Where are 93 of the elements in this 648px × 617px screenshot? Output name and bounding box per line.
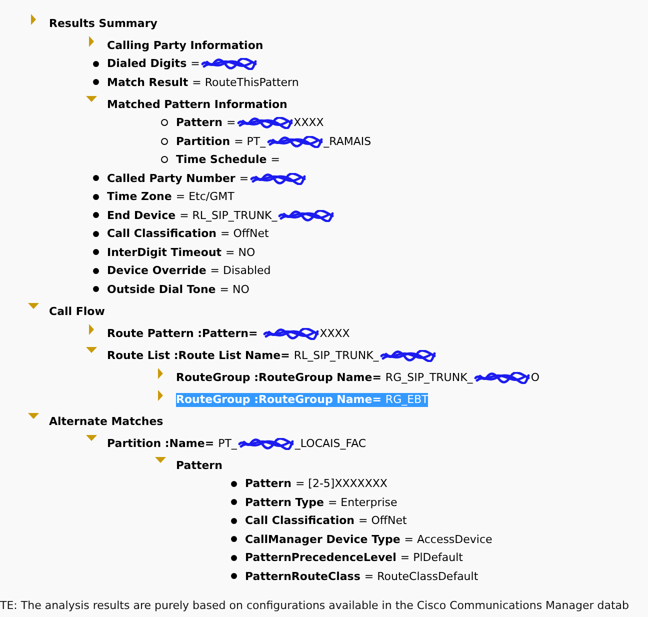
field-value: _RAMAIS (324, 134, 372, 149)
field-label: Pattern (176, 116, 224, 130)
node-value: XXXX (320, 326, 350, 341)
scribble-icon (266, 136, 323, 148)
tree-node-label[interactable]: Pattern (176, 458, 226, 473)
bullet-icon (92, 268, 98, 274)
field-label: Call Classification (107, 227, 218, 242)
caret-right-icon[interactable] (31, 14, 36, 25)
caret-down-icon[interactable] (28, 413, 38, 420)
field-label: Match Result (107, 76, 190, 90)
bullet-icon (92, 286, 98, 292)
tree-node-label[interactable]: Calling Party Information (107, 38, 268, 53)
bullet-icon (92, 79, 98, 86)
tree-node-label[interactable]: Route List :Route List Name= (107, 348, 294, 363)
caret-down-icon[interactable] (154, 457, 166, 464)
caret-down-icon[interactable] (86, 347, 96, 354)
field-value: = Etc/GMT (176, 190, 234, 204)
caret-right-icon[interactable] (158, 390, 163, 401)
field-label: CallManager Device Type (245, 532, 402, 547)
note-text: TE: The analysis results are purely based on configurations available in the Cisco Communications Manager datab (0, 599, 630, 613)
tree-node-label[interactable]: Call Flow (49, 304, 109, 319)
caret-right-icon[interactable] (158, 368, 163, 379)
field-label: Device Override (107, 264, 208, 278)
field-label: Partition (176, 134, 232, 149)
bullet-icon (230, 518, 236, 524)
circle-bullet-icon (161, 138, 168, 145)
field-value: = (270, 153, 280, 168)
caret-right-icon[interactable] (89, 324, 94, 335)
field-label: Called Party Number (107, 172, 236, 186)
field-value: = NO (226, 246, 256, 260)
field-label: PatternPrecedenceLevel (245, 551, 398, 566)
bullet-icon (92, 249, 98, 256)
scribble-icon (262, 328, 319, 340)
scribble-icon (278, 210, 334, 222)
bullet-icon (92, 60, 98, 67)
field-value: = (239, 172, 249, 186)
circle-bullet-icon (161, 156, 168, 164)
caret-down-icon[interactable] (86, 96, 96, 102)
bullet-icon (230, 573, 236, 580)
bullet-icon (230, 536, 236, 542)
field-label: Time Schedule (176, 153, 268, 168)
tree-node-label[interactable]: RouteGroup :RouteGroup Name= (176, 370, 386, 385)
field-value: = (226, 116, 236, 130)
field-label: End Device (107, 208, 177, 223)
tree-node-label[interactable]: Results Summary (49, 16, 162, 31)
tree-node-label[interactable]: Route Pattern :Pattern= (107, 326, 262, 341)
node-value: O (530, 370, 540, 385)
field-value: = NO (220, 282, 250, 297)
scribble-icon (380, 350, 436, 362)
field-value: XXXX (294, 116, 324, 130)
field-value: = OffNet (358, 514, 407, 528)
field-value: = [2-5]XXXXXXX (295, 477, 388, 492)
field-value: = PT_ (234, 134, 266, 149)
bullet-icon (92, 212, 98, 218)
field-value: = RL_SIP_TRUNK_ (180, 208, 278, 223)
field-label: InterDigit Timeout (107, 246, 223, 260)
circle-bullet-icon (161, 119, 168, 126)
field-value: = OffNet (220, 227, 269, 242)
bullet-icon (230, 480, 236, 487)
field-value: = RouteClassDefault (364, 570, 478, 584)
bullet-icon (92, 175, 98, 182)
field-value: = RouteThisPattern (192, 76, 299, 90)
bullet-icon (92, 194, 98, 200)
caret-right-icon[interactable] (89, 36, 94, 47)
scribble-icon (250, 172, 306, 185)
field-label: PatternRouteClass (245, 570, 362, 584)
field-value: = Disabled (210, 264, 271, 278)
field-label: Time Zone (107, 190, 173, 204)
scribble-icon (474, 372, 530, 384)
field-value: = PlDefault (400, 551, 463, 566)
bullet-icon (92, 230, 98, 237)
bullet-icon (230, 554, 236, 561)
field-label: Pattern Type (245, 496, 325, 510)
tree-node-label[interactable]: Matched Pattern Information (107, 98, 292, 112)
node-value: PT_ (218, 436, 237, 451)
tree-node-label[interactable]: Partition :Name= (107, 436, 218, 451)
field-label: Dialed Digits (107, 57, 188, 72)
field-label: Outside Dial Tone (107, 282, 217, 297)
scribble-icon (236, 117, 293, 130)
scribble-icon (238, 438, 294, 450)
field-value: = Enterprise (328, 496, 398, 510)
node-value: RL_SIP_TRUNK_ (294, 348, 379, 363)
node-value: _LOCAIS_FAC (294, 436, 366, 451)
caret-down-icon[interactable] (86, 435, 96, 442)
bullet-icon (230, 499, 236, 506)
node-value: RG_SIP_TRUNK_ (385, 370, 473, 385)
field-value: = (190, 57, 200, 72)
field-label: Pattern (245, 477, 292, 492)
scribble-icon (200, 58, 257, 70)
caret-down-icon[interactable] (28, 303, 38, 310)
field-value: = AccessDevice (404, 532, 492, 547)
field-label: Call Classification (245, 514, 356, 528)
tree-node-label[interactable]: Alternate Matches (49, 414, 168, 429)
